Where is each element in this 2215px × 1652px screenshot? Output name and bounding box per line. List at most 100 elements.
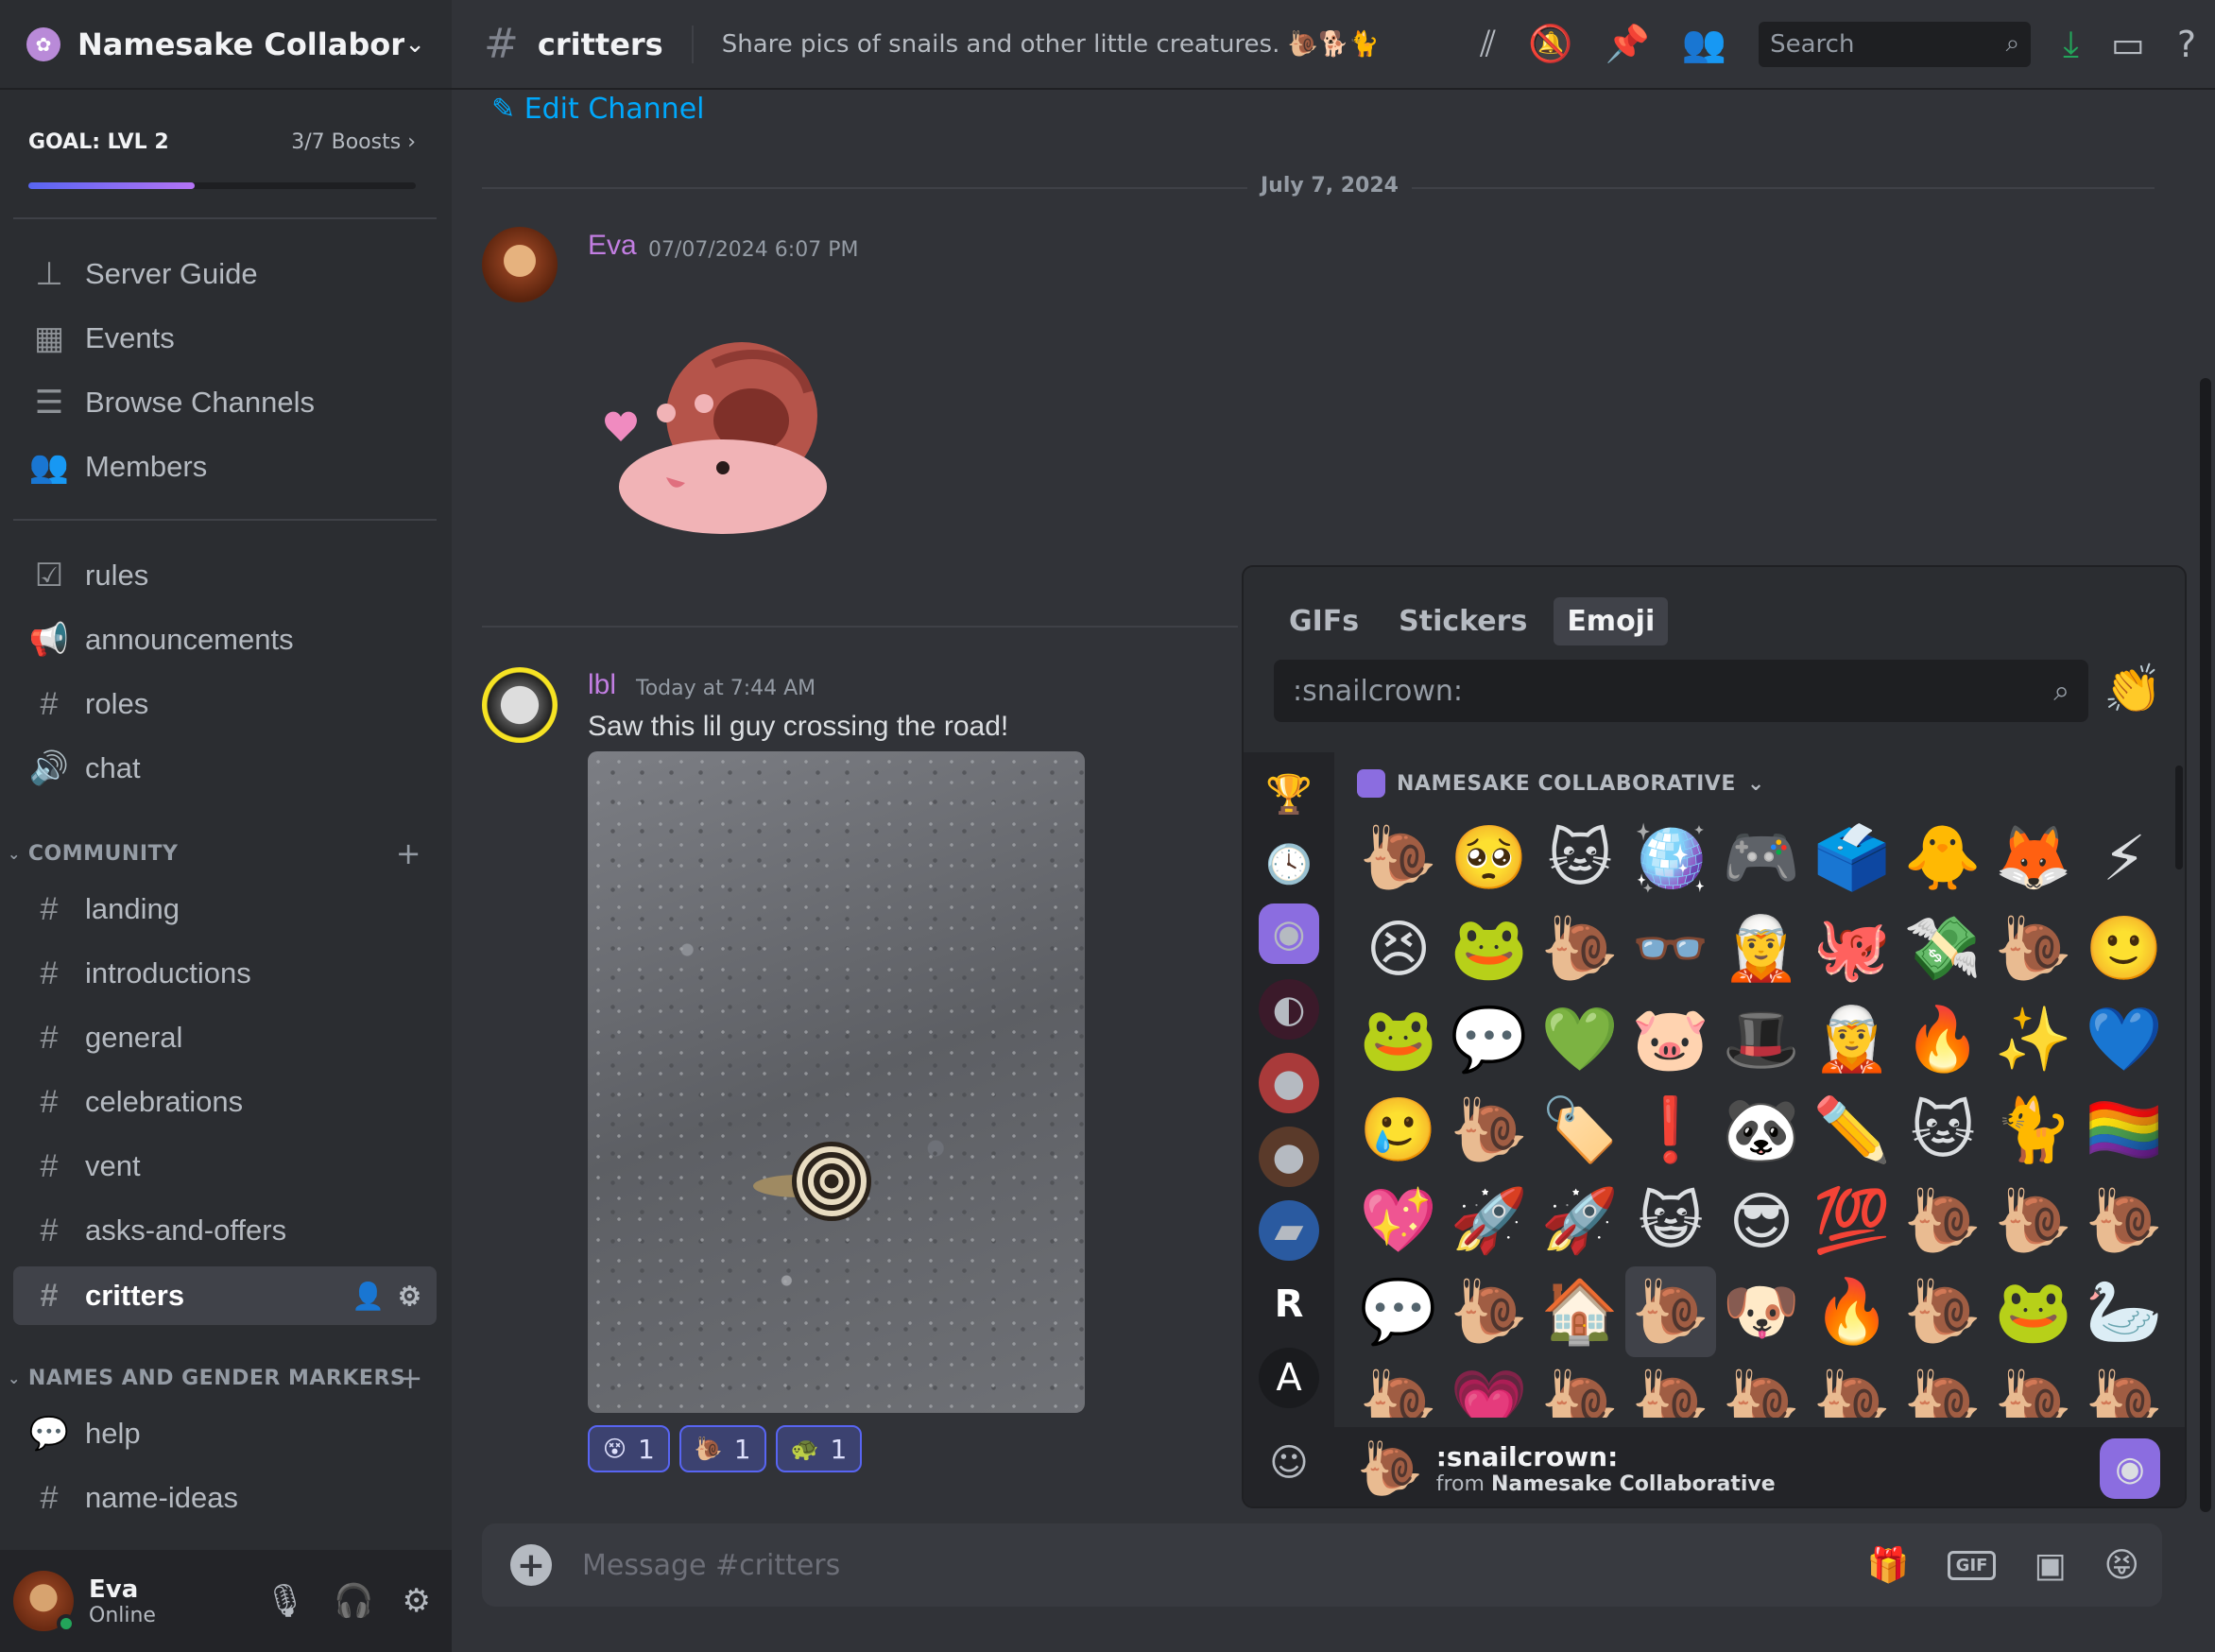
server-icon[interactable]: ◉ [2100,1438,2160,1499]
emoji-section-header[interactable]: NAMESAKE COLLABORATIVE ⌄ [1357,769,1765,798]
nav-events[interactable]: ▦ Events [13,311,437,366]
headphones-icon[interactable]: 🎧 [334,1582,373,1620]
emoji-cell[interactable]: 🐸 [1988,1266,2079,1357]
emoji-cell[interactable]: 🐌 [1988,903,2079,994]
pin-icon[interactable]: 📌 [1605,23,1649,65]
category-names[interactable]: ⌄ NAMES AND GENDER MARKERS + [8,1360,442,1396]
emoji-cell[interactable]: 🧝 [1716,903,1807,994]
emoji-cell[interactable]: 🐌 [2079,1176,2170,1266]
search-input[interactable]: Search ⌕ [1759,21,2032,67]
emoji-cell[interactable]: 🐱 [1897,1085,1988,1176]
channel-introductions[interactable]: # introductions [13,946,437,1001]
snail-photo[interactable] [588,751,1085,1413]
emoji-cell[interactable]: 😺 [1625,1176,1716,1266]
channel-general[interactable]: # general [13,1010,437,1065]
emoji-search-input[interactable]: :snailcrown: ⌕ [1274,660,2088,722]
emoji-cell[interactable]: 🙂 [2079,903,2170,994]
emoji-cell[interactable]: 🏷️ [1535,1085,1625,1176]
emoji-cell[interactable]: 🐙 [1807,903,1897,994]
emoji-cell[interactable]: 🎮 [1716,813,1807,903]
emoji-cell[interactable]: 🚀 [1444,1176,1535,1266]
inbox-icon[interactable]: ▭ [2111,24,2145,65]
channel-help[interactable]: 💬 help [13,1406,437,1461]
emoji-cell[interactable]: 🐌 [1444,1085,1535,1176]
emoji-cell[interactable]: 🐸 [1444,903,1535,994]
emoji-cell[interactable]: 🏠 [1535,1266,1625,1357]
server-icon[interactable]: ● [1259,1127,1319,1187]
emoji-cell[interactable]: 🐌 [1353,813,1444,903]
emoji-cell[interactable]: 🐌 [2079,1357,2170,1418]
emoji-cell[interactable]: 🐼 [1716,1085,1807,1176]
server-icon[interactable]: ● [1259,1053,1319,1113]
channel-name-ideas[interactable]: # name-ideas [13,1471,437,1525]
emoji-button[interactable]: 😝 [2103,1546,2139,1585]
gift-icon[interactable]: 🎁 [1867,1545,1910,1585]
emoji-cell[interactable]: 💖 [1353,1176,1444,1266]
channel-asks-and-offers[interactable]: # asks-and-offers [13,1203,437,1258]
emoji-cell[interactable]: 🧝 [1807,994,1897,1085]
smiley-icon[interactable]: ☺ [1259,1433,1319,1493]
emoji-cell[interactable]: 😣 [1353,903,1444,994]
avatar[interactable] [482,667,558,743]
emoji-cell[interactable]: 🥲 [1353,1085,1444,1176]
emoji-cell[interactable]: 🐌 [1716,1357,1807,1418]
snail-sticker[interactable] [591,326,884,548]
edit-channel-link[interactable]: ✎ Edit Channel [491,93,704,126]
boost-goal[interactable]: GOAL: LVL 2 3/7 Boosts › [28,130,416,189]
nav-members[interactable]: 👥 Members [13,439,437,494]
emoji-cell[interactable]: ✏️ [1807,1085,1897,1176]
emoji-cell[interactable]: 🐌 [1988,1357,2079,1418]
gear-icon[interactable]: ⚙ [398,1281,421,1312]
emoji-cell[interactable]: 🐥 [1897,813,1988,903]
server-header[interactable]: ✿ Namesake Collabora... ⌄ [0,0,452,90]
channel-rules[interactable]: ☑ rules [13,548,437,603]
emoji-cell[interactable]: 💸 [1897,903,1988,994]
members-list-icon[interactable]: 👥 [1682,23,1726,65]
message-author[interactable]: lbl [588,669,616,701]
add-channel-button[interactable]: + [398,1360,423,1396]
emoji-cell[interactable]: 🐌 [1625,1357,1716,1418]
server-icon[interactable]: R [1259,1274,1319,1334]
emoji-cell[interactable]: 🐌 [1897,1176,1988,1266]
message-input[interactable]: Message #critters [582,1549,840,1582]
emoji-cell[interactable]: 🐌 [1807,1357,1897,1418]
reaction-button[interactable]: 🐌 1 [678,1425,766,1472]
emoji-cell[interactable]: 🐌 [1535,903,1625,994]
emoji-cell[interactable]: 🐌 [1897,1357,1988,1418]
invite-icon[interactable]: 👤 [352,1281,385,1312]
tab-gifs[interactable]: GIFs [1276,597,1372,645]
gif-button[interactable]: GIF [1947,1550,1997,1580]
emoji-cell[interactable]: 🏳️‍🌈 [2079,1085,2170,1176]
emoji-cell[interactable]: ⚡ [2079,813,2170,903]
server-icon[interactable]: ▰ [1259,1200,1319,1261]
avatar[interactable] [482,227,558,302]
avatar[interactable] [13,1571,76,1633]
nav-browse-channels[interactable]: ☰ Browse Channels [13,375,437,430]
emoji-cell[interactable]: 🐌 [1897,1266,1988,1357]
emoji-cell[interactable]: 🥺 [1444,813,1535,903]
emoji-cell[interactable]: 🐌 [1535,1357,1625,1418]
server-icon[interactable]: A [1259,1348,1319,1408]
emoji-cell[interactable]: 💯 [1807,1176,1897,1266]
sticker-icon[interactable]: ▣ [2034,1546,2066,1585]
emoji-scrollbar[interactable] [2175,766,2183,869]
upload-plus-button[interactable]: + [510,1544,552,1586]
mute-bell-icon[interactable]: 🔕 [1528,23,1572,65]
download-icon[interactable]: ⤓ [2063,23,2079,65]
reaction-button[interactable]: 😵 1 [588,1425,670,1472]
emoji-cell[interactable]: 💗 [1444,1357,1535,1418]
emoji-cell[interactable]: 🗳️ [1807,813,1897,903]
threads-icon[interactable]: ⫽ [1480,23,1496,65]
channel-roles[interactable]: # roles [13,677,437,731]
emoji-cell[interactable]: 🐌 [1353,1357,1444,1418]
message-author[interactable]: Eva [588,230,637,262]
nav-server-guide[interactable]: ⊥ Server Guide [13,247,437,301]
emoji-cell[interactable]: 🐈 [1988,1085,2079,1176]
emoji-cell[interactable]: 🐌 [1444,1266,1535,1357]
emoji-cell[interactable]: 🐱 [1535,813,1625,903]
message-composer[interactable]: + Message #critters 🎁 GIF ▣ 😝 [482,1523,2162,1607]
emoji-cell[interactable]: 🦊 [1988,813,2079,903]
message-scrollbar[interactable] [2200,378,2211,1512]
emoji-cell[interactable]: 🔥 [1807,1266,1897,1357]
emoji-cell[interactable]: 🔥 [1897,994,1988,1085]
